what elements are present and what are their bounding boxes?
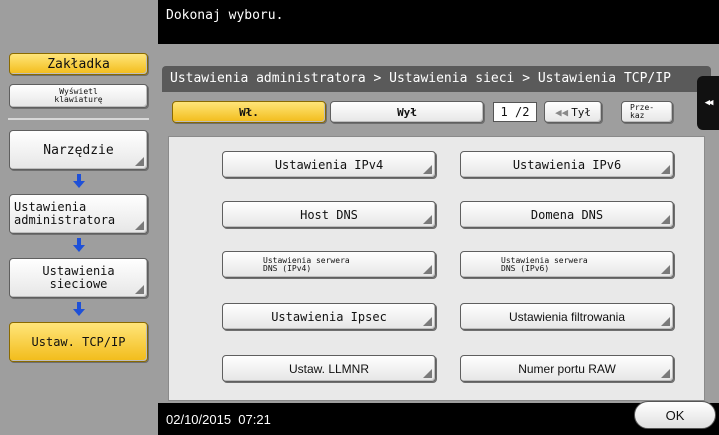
breadcrumb: Ustawienia administratora > Ustawienia s… — [162, 66, 711, 92]
path-tcpip-button[interactable]: Ustaw. TCP/IP — [9, 322, 148, 362]
path-ustawienia-sieciowe-button[interactable]: Ustawienia sieciowe — [9, 258, 148, 298]
left-panel-top — [0, 0, 158, 44]
ipv4-settings-label: Ustawienia IPv4 — [274, 157, 384, 172]
double-left-arrow-icon: ◀◀ — [704, 98, 714, 108]
raw-port-number-button[interactable]: Numer portu RAW — [460, 355, 674, 382]
ok-label: OK — [665, 407, 685, 423]
ipv6-settings-label: Ustawienia IPv6 — [512, 157, 622, 172]
back-page-button[interactable]: ◀◀ Tył — [544, 101, 602, 123]
dns-domain-label: Domena DNS — [530, 207, 604, 222]
llmnr-settings-label: Ustaw. LLMNR — [288, 361, 370, 376]
ok-button[interactable]: OK — [634, 401, 716, 429]
next-page-button[interactable]: Prze- kaz — [621, 101, 673, 123]
show-keyboard-button[interactable]: Wyświetl klawiaturę — [9, 84, 148, 108]
on-toggle-button[interactable]: Wł. — [172, 101, 326, 123]
down-arrow-icon — [73, 302, 85, 316]
llmnr-settings-button[interactable]: Ustaw. LLMNR — [222, 355, 436, 382]
dns-server-ipv4-button[interactable]: Ustawienia serwera DNS (IPv4) — [222, 251, 436, 278]
next-page-label-2: kaz — [630, 111, 645, 120]
datetime-text: 02/10/2015 07:21 — [166, 412, 271, 427]
message-bar: Dokonaj wyboru. — [158, 0, 719, 44]
off-toggle-label: Wył — [397, 105, 417, 119]
filtering-settings-label: Ustawienia filtrowania — [508, 309, 626, 324]
dns-server-ipv6-label-2: DNS (IPv6) — [501, 263, 550, 273]
back-page-label: Tył — [571, 105, 592, 119]
page-indicator-text: 1 /2 — [500, 105, 530, 119]
down-arrow-icon — [73, 174, 85, 188]
instruction-text: Dokonaj wyboru. — [166, 8, 284, 23]
ipsec-settings-label: Ustawienia Ipsec — [271, 309, 387, 324]
breadcrumb-text: Ustawienia administratora > Ustawienia s… — [170, 71, 671, 86]
path-tcpip-label: Ustaw. TCP/IP — [31, 335, 126, 349]
path-ustawienia-administratora-button[interactable]: Ustawienia administratora — [9, 194, 148, 234]
bookmark-button[interactable]: Zakładka — [9, 53, 148, 75]
raw-port-number-label: Numer portu RAW — [518, 361, 616, 376]
header-gray-strip — [158, 44, 719, 56]
dns-server-ipv4-label-2: DNS (IPv4) — [263, 263, 312, 273]
left-panel-separator — [8, 118, 149, 120]
dns-domain-button[interactable]: Domena DNS — [460, 201, 674, 228]
path-admin-label-2: administratora — [14, 213, 116, 227]
ipv4-settings-button[interactable]: Ustawienia IPv4 — [222, 151, 436, 178]
filtering-settings-button[interactable]: Ustawienia filtrowania — [460, 303, 674, 330]
path-narzedzie-button[interactable]: Narzędzie — [9, 130, 148, 170]
path-network-label-2: sieciowe — [49, 277, 108, 291]
side-panel-tab[interactable]: ◀◀ — [697, 76, 719, 130]
off-toggle-button[interactable]: Wył — [330, 101, 484, 123]
show-keyboard-label-2: klawiaturę — [54, 95, 103, 104]
down-arrow-icon — [73, 238, 85, 252]
bookmark-label: Zakładka — [47, 56, 110, 72]
ipv6-settings-button[interactable]: Ustawienia IPv6 — [460, 151, 674, 178]
dns-host-label: Host DNS — [300, 207, 358, 222]
double-left-arrow-icon: ◀◀ — [554, 105, 569, 119]
on-toggle-label: Wł. — [239, 105, 259, 119]
page-indicator: 1 /2 — [493, 102, 537, 122]
ipsec-settings-button[interactable]: Ustawienia Ipsec — [222, 303, 436, 330]
dns-server-ipv6-button[interactable]: Ustawienia serwera DNS (IPv6) — [460, 251, 674, 278]
dns-host-button[interactable]: Host DNS — [222, 201, 436, 228]
path-narzedzie-label: Narzędzie — [43, 142, 114, 158]
